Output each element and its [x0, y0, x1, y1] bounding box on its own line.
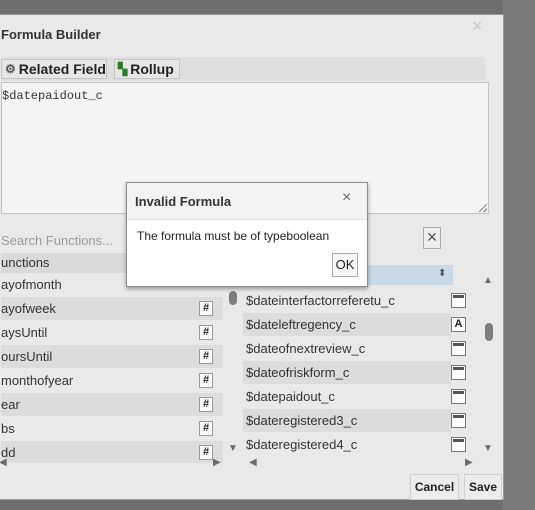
related-field-label: Related Field: [18, 61, 106, 77]
formula-text[interactable]: $datepaidout_c: [2, 89, 103, 103]
function-name: oursUntil: [1, 349, 53, 364]
dialog-header: Invalid Formula ×: [127, 183, 367, 220]
field-item[interactable]: $dateregistered4_c: [243, 433, 466, 456]
field-name: $dateinterfactorreferetu_c: [246, 293, 395, 308]
function-name: ayofweek: [1, 301, 56, 316]
rollup-button[interactable]: ▚ Rollup: [114, 59, 180, 79]
field-name: $dateregistered3_c: [246, 413, 358, 428]
field-item[interactable]: $dateregistered3_c: [243, 409, 466, 432]
calendar-icon: [451, 365, 466, 380]
cancel-button[interactable]: Cancel: [410, 474, 459, 500]
save-button[interactable]: Save: [464, 474, 502, 500]
builder-title: Formula Builder: [1, 27, 101, 42]
number-icon: #: [199, 445, 213, 460]
calendar-icon: [451, 389, 466, 404]
function-item[interactable]: bs #: [1, 417, 223, 440]
dialog-message: The formula must be of typeboolean: [137, 229, 330, 243]
field-name: $dateleftregency_c: [246, 317, 356, 332]
scroll-up-arrow-icon[interactable]: ▲: [483, 275, 493, 286]
field-item[interactable]: $dateinterfactorreferetu_c: [243, 289, 466, 312]
function-item[interactable]: oursUntil #: [1, 345, 223, 368]
toolbar: ⚙ Related Field ▚ Rollup: [1, 57, 485, 81]
function-item[interactable]: dd #: [1, 441, 223, 463]
field-item[interactable]: $datepaidout_c: [243, 385, 466, 408]
calendar-icon: [451, 341, 466, 356]
field-item[interactable]: $dateofriskform_c: [243, 361, 466, 384]
number-icon: #: [199, 301, 213, 316]
scroll-down-arrow-icon[interactable]: ▼: [483, 443, 493, 454]
fields-list: ⬍ $dateinterfactorreferetu_c $dateleftre…: [243, 265, 471, 475]
field-name: $dateregistered4_c: [246, 437, 358, 452]
rollup-icon: ▚: [118, 62, 128, 76]
function-name: ear: [1, 397, 20, 412]
function-item[interactable]: ear #: [1, 393, 223, 416]
function-item[interactable]: aysUntil #: [1, 321, 223, 344]
background-strip: [503, 0, 535, 510]
clear-fields-button[interactable]: ×: [423, 227, 441, 249]
function-name: monthofyear: [1, 373, 74, 388]
functions-scroll-thumb[interactable]: [229, 291, 237, 305]
rollup-label: Rollup: [130, 61, 174, 77]
fields-scroll-thumb[interactable]: [485, 323, 493, 341]
resize-grip-icon[interactable]: [479, 204, 487, 212]
field-name: $datepaidout_c: [246, 389, 335, 404]
field-item[interactable]: $dateleftregency_c A: [243, 313, 466, 336]
number-icon: #: [199, 325, 213, 340]
close-icon[interactable]: ×: [342, 189, 351, 207]
builder-close-icon[interactable]: ×: [472, 16, 483, 37]
calendar-icon: [451, 437, 466, 452]
function-name: aysUntil: [1, 325, 48, 340]
field-name: $dateofriskform_c: [246, 365, 350, 380]
number-icon: #: [199, 421, 213, 436]
scroll-right-arrow-icon[interactable]: ▶: [465, 457, 473, 468]
calendar-icon: [451, 293, 466, 308]
scroll-left-arrow-icon[interactable]: ◀: [0, 457, 7, 468]
text-icon: A: [451, 317, 466, 332]
function-item[interactable]: ayofweek #: [1, 297, 223, 320]
field-name: $dateofnextreview_c: [246, 341, 366, 356]
invalid-formula-dialog: Invalid Formula × The formula must be of…: [126, 182, 368, 287]
scroll-right-arrow-icon[interactable]: ▶: [213, 457, 221, 468]
function-name: ayofmonth: [1, 277, 62, 292]
number-icon: #: [199, 397, 213, 412]
calendar-icon: [451, 413, 466, 428]
related-field-button[interactable]: ⚙ Related Field: [1, 59, 107, 79]
sort-icon[interactable]: ⬍: [438, 268, 446, 279]
link-icon: ⚙: [5, 62, 16, 76]
field-item[interactable]: $dateofnextreview_c: [243, 337, 466, 360]
function-item[interactable]: monthofyear #: [1, 369, 223, 392]
scroll-left-arrow-icon[interactable]: ◀: [249, 457, 257, 468]
scroll-down-arrow-icon[interactable]: ▼: [228, 443, 238, 454]
number-icon: #: [199, 349, 213, 364]
number-icon: #: [199, 373, 213, 388]
function-name: bs: [1, 421, 15, 436]
ok-button[interactable]: OK: [332, 253, 358, 277]
dialog-title: Invalid Formula: [135, 194, 232, 209]
